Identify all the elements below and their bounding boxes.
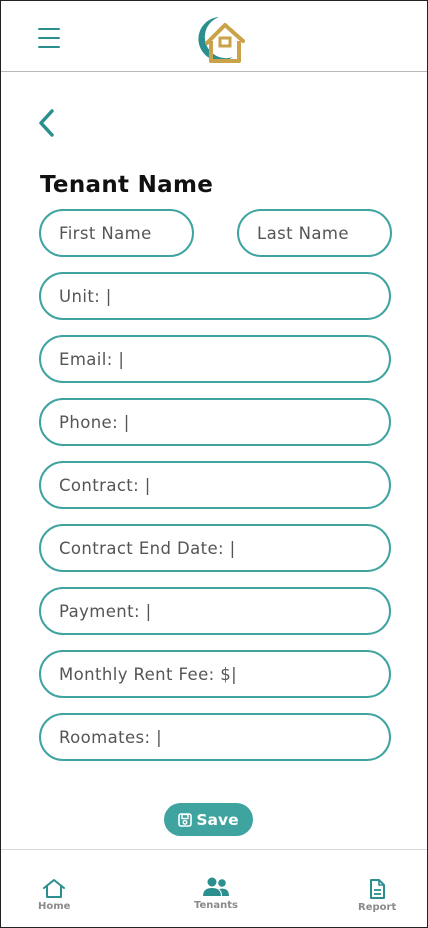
phone-field[interactable]: Phone: | — [39, 398, 391, 446]
nav-tenants[interactable]: Tenants — [194, 876, 238, 911]
nav-home-label: Home — [38, 901, 71, 912]
nav-report-label: Report — [358, 902, 397, 913]
unit-field[interactable]: Unit: | — [39, 272, 391, 320]
save-label: Save — [196, 810, 239, 829]
home-logo-icon[interactable] — [189, 13, 245, 65]
roommates-field[interactable]: Roomates: | — [39, 713, 391, 761]
contract-end-date-field[interactable]: Contract End Date: | — [39, 524, 391, 572]
payment-field[interactable]: Payment: | — [39, 587, 391, 635]
email-field[interactable]: Email: | — [39, 335, 391, 383]
monthly-rent-fee-field[interactable]: Monthly Rent Fee: $| — [39, 650, 391, 698]
chevron-left-icon[interactable] — [36, 108, 58, 138]
top-bar — [1, 1, 427, 72]
save-button[interactable]: Save — [164, 803, 253, 836]
users-icon — [203, 877, 229, 896]
page-title: Tenant Name — [40, 172, 214, 198]
document-icon — [370, 879, 386, 899]
nav-home[interactable]: Home — [38, 877, 70, 912]
first-name-field[interactable]: First Name — [39, 209, 194, 257]
hamburger-menu-icon[interactable] — [38, 28, 60, 48]
floppy-disk-icon — [178, 812, 193, 827]
last-name-field[interactable]: Last Name — [237, 209, 392, 257]
bottom-nav: Home Tenants Report — [1, 849, 427, 928]
nav-tenants-label: Tenants — [194, 900, 238, 911]
home-icon — [43, 879, 66, 898]
nav-report[interactable]: Report — [358, 878, 396, 913]
contract-field[interactable]: Contract: | — [39, 461, 391, 509]
